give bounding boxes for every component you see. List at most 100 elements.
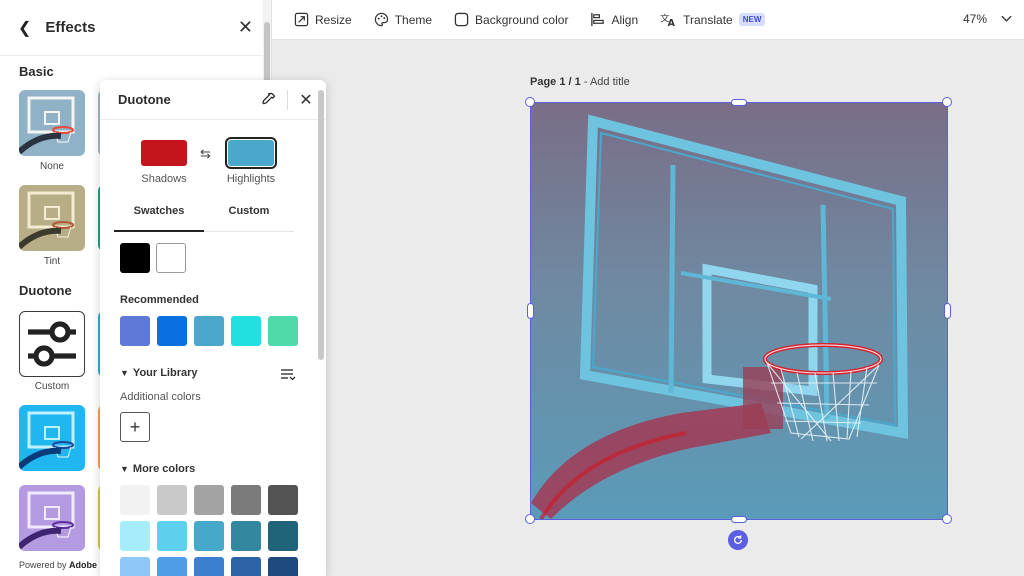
effect-custom-thumb[interactable]: [19, 311, 85, 377]
new-badge: NEW: [738, 13, 766, 26]
more-colors-swatch[interactable]: [194, 557, 224, 576]
recommended-swatch[interactable]: [194, 316, 224, 346]
resize-handle-bottom[interactable]: [731, 516, 747, 523]
effect-tint-label: Tint: [43, 256, 61, 267]
background-color-button[interactable]: Background color: [454, 12, 568, 27]
top-toolbar: Resize Theme Background color Align 文A T…: [272, 0, 1024, 40]
library-options-icon[interactable]: [280, 366, 296, 387]
section-basic-title: Basic: [19, 64, 54, 79]
basketball-hoop-image: [531, 103, 947, 519]
recommended-swatch[interactable]: [231, 316, 261, 346]
header-separator: [287, 89, 288, 110]
more-colors-swatch[interactable]: [268, 485, 298, 515]
sliders-icon: [28, 321, 76, 367]
resize-handle-bottom-left[interactable]: [525, 514, 535, 524]
palette-icon: [374, 12, 389, 27]
more-colors-swatch[interactable]: [268, 521, 298, 551]
highlights-label: Highlights: [226, 173, 276, 185]
additional-colors-text: Additional colors: [120, 391, 201, 403]
effect-tint-thumb[interactable]: [19, 185, 85, 251]
duotone-scrollbar[interactable]: [318, 90, 324, 360]
hoop-thumbnail-icon: [19, 185, 85, 251]
more-colors-swatch[interactable]: [194, 521, 224, 551]
hoop-thumbnail-icon: [19, 405, 85, 471]
highlights-swatch[interactable]: [225, 137, 277, 169]
translate-icon: 文A: [660, 12, 677, 27]
your-library-title[interactable]: ▼ Your Library: [120, 367, 198, 379]
close-effects-icon[interactable]: ✕: [238, 17, 253, 38]
rotate-handle[interactable]: [728, 530, 748, 550]
resize-handle-top-left[interactable]: [525, 97, 535, 107]
hoop-thumbnail-icon: [19, 485, 85, 551]
page-separator: -: [580, 76, 590, 88]
chevron-down-icon: [1001, 12, 1012, 26]
more-colors-swatch[interactable]: [157, 521, 187, 551]
duotone-popover: Duotone ✕ Shadows ⇆ Highlights Swatches …: [100, 80, 326, 576]
recommended-swatch[interactable]: [120, 316, 150, 346]
effect-none-label: None: [40, 161, 64, 172]
tab-custom[interactable]: Custom: [204, 200, 294, 231]
resize-handle-bottom-right[interactable]: [942, 514, 952, 524]
effect-duotone-blue-thumb[interactable]: [19, 405, 85, 471]
recommended-swatch[interactable]: [157, 316, 187, 346]
align-label: Align: [611, 12, 639, 27]
align-button[interactable]: Align: [590, 12, 638, 27]
eyedropper-icon[interactable]: [257, 89, 279, 111]
page-number: Page 1 / 1: [530, 76, 581, 88]
more-colors-swatch[interactable]: [194, 485, 224, 515]
resize-handle-top-right[interactable]: [942, 97, 952, 107]
color-swatch[interactable]: [156, 243, 186, 273]
effect-custom-label: Custom: [34, 381, 70, 392]
background-color-icon: [454, 12, 469, 27]
more-colors-swatch[interactable]: [231, 557, 261, 576]
chevron-down-icon: ▼: [120, 368, 129, 378]
more-colors-swatch[interactable]: [231, 485, 261, 515]
more-colors-swatch[interactable]: [120, 557, 150, 576]
duotone-title: Duotone: [118, 92, 171, 107]
hoop-thumbnail-icon: [19, 90, 85, 156]
more-colors-swatch[interactable]: [120, 485, 150, 515]
section-duotone-title: Duotone: [19, 283, 72, 298]
resize-label: Resize: [315, 12, 352, 27]
shadows-label: Shadows: [141, 173, 187, 185]
duotone-image[interactable]: [531, 103, 947, 519]
more-colors-swatch[interactable]: [268, 557, 298, 576]
rotate-icon: [733, 535, 743, 544]
recommended-title: Recommended: [120, 294, 199, 306]
add-title-link[interactable]: Add title: [590, 76, 630, 88]
zoom-level: 47%: [962, 12, 987, 26]
theme-button[interactable]: Theme: [374, 12, 432, 27]
back-arrow-icon[interactable]: ❮: [18, 18, 31, 38]
powered-by-prefix: Powered by: [19, 560, 67, 570]
align-icon: [590, 12, 605, 27]
more-colors-swatch[interactable]: [157, 485, 187, 515]
zoom-dropdown[interactable]: 47%: [963, 12, 1012, 26]
resize-button[interactable]: Resize: [294, 12, 352, 27]
close-duotone-icon[interactable]: ✕: [296, 90, 316, 110]
resize-handle-top[interactable]: [731, 99, 747, 106]
shadows-swatch[interactable]: [141, 140, 187, 166]
more-colors-swatch[interactable]: [157, 557, 187, 576]
swap-colors-icon[interactable]: ⇆: [200, 146, 211, 162]
more-colors-title[interactable]: ▼ More colors: [120, 463, 195, 475]
resize-handle-right[interactable]: [944, 303, 951, 319]
powered-by-brand: Adobe I: [69, 560, 103, 570]
duotone-header: Duotone ✕: [100, 80, 326, 120]
effects-header: ❮ Effects ✕: [0, 0, 271, 56]
swatch-tabs: Swatches Custom: [114, 200, 294, 232]
powered-by-text: Powered by Adobe I: [19, 560, 102, 570]
more-colors-swatch[interactable]: [120, 521, 150, 551]
resize-handle-left[interactable]: [527, 303, 534, 319]
svg-text:A: A: [668, 18, 676, 27]
more-colors-label: More colors: [132, 463, 196, 475]
effect-duotone-purple-thumb[interactable]: [19, 485, 85, 551]
effect-none-thumb[interactable]: [19, 90, 85, 156]
tab-swatches[interactable]: Swatches: [114, 200, 204, 232]
your-library-label: Your Library: [132, 367, 198, 379]
more-colors-swatch[interactable]: [231, 521, 261, 551]
translate-button[interactable]: 文A Translate NEW: [660, 12, 766, 27]
add-color-button[interactable]: +: [120, 412, 150, 442]
translate-label: Translate: [683, 12, 733, 27]
recommended-swatch[interactable]: [268, 316, 298, 346]
color-swatch[interactable]: [120, 243, 150, 273]
